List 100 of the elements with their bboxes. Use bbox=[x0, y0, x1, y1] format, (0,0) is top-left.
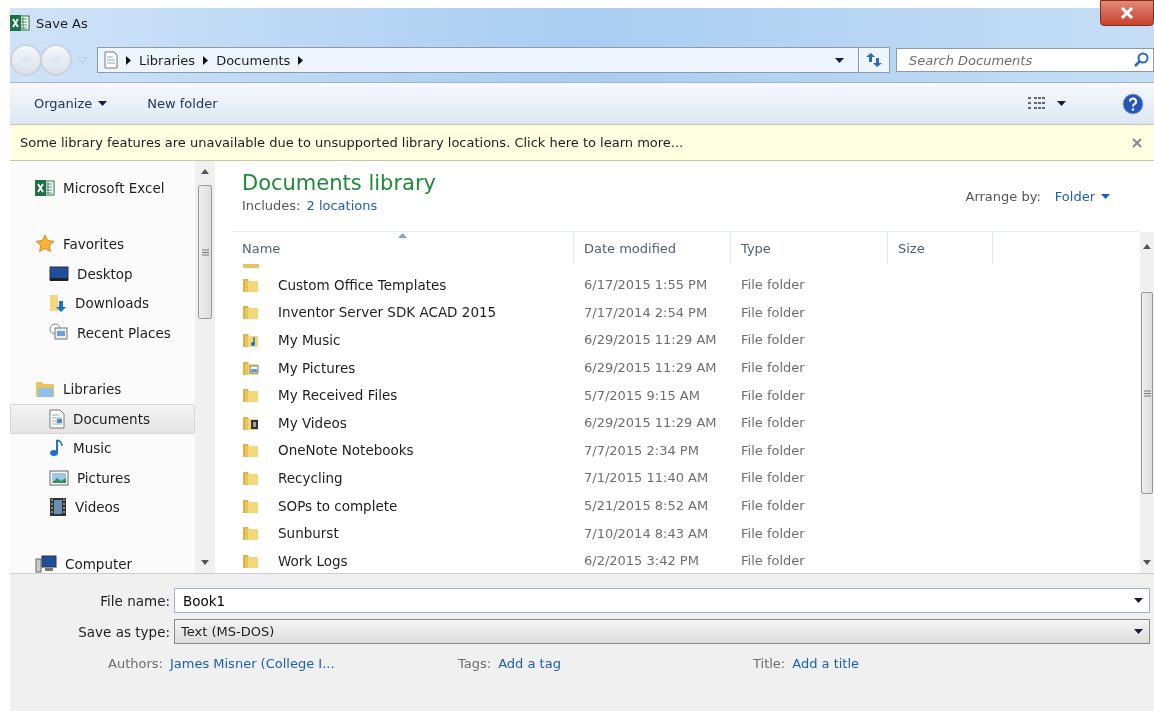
scrollbar[interactable] bbox=[1140, 232, 1154, 573]
file-row[interactable]: My Received Files 5/7/2015 9:15 AM File folder bbox=[232, 381, 1140, 409]
library-folder-icon bbox=[35, 380, 55, 399]
column-header[interactable]: Date modified bbox=[574, 232, 731, 264]
sidebar-item[interactable]: Music bbox=[10, 433, 195, 463]
metadata-label: Authors: bbox=[108, 656, 163, 671]
metadata-link[interactable]: Add a title bbox=[792, 656, 860, 671]
type-cell-text: File folder bbox=[740, 525, 806, 541]
file-name: Work Logs bbox=[277, 552, 348, 569]
sidebar-item[interactable]: Downloads bbox=[10, 288, 195, 318]
dropdown-arrow-icon bbox=[1134, 598, 1143, 603]
scroll-down-icon[interactable] bbox=[201, 560, 209, 565]
sidebar-item[interactable]: Recent Places bbox=[10, 318, 195, 348]
new-folder-button[interactable]: New folder bbox=[147, 96, 218, 111]
grip-icon bbox=[1143, 389, 1151, 397]
breadcrumb[interactable]: Documents bbox=[216, 52, 291, 68]
type-cell-text: File folder bbox=[740, 387, 806, 403]
document-icon bbox=[104, 51, 118, 69]
help-icon[interactable] bbox=[1122, 92, 1144, 115]
type-cell-text: File folder bbox=[740, 304, 806, 320]
file-name: Custom Office Templates bbox=[277, 276, 447, 293]
file-name-label: File name: bbox=[99, 592, 170, 609]
file-name: Recycling bbox=[277, 469, 343, 486]
date-cell-text: 6/17/2015 1:55 PM bbox=[583, 277, 709, 293]
close-icon[interactable] bbox=[1132, 137, 1142, 148]
scroll-up-icon[interactable] bbox=[201, 169, 209, 174]
sidebar-item[interactable]: Computer bbox=[10, 549, 195, 573]
file-row[interactable]: Custom Office Templates 6/17/2015 1:55 PM File folder bbox=[232, 271, 1140, 299]
file-row[interactable]: Recycling 7/1/2015 11:40 AM File folder bbox=[232, 464, 1140, 492]
file-name: SOPs to complete bbox=[277, 497, 398, 514]
window-title: Save As bbox=[36, 15, 88, 31]
sidebar-item[interactable]: Microsoft Excel bbox=[10, 173, 195, 203]
view-dropdown-icon bbox=[1057, 101, 1066, 106]
sidebar-item[interactable]: Libraries bbox=[10, 374, 195, 404]
date-cell-text: 7/1/2015 11:40 AM bbox=[583, 470, 710, 486]
landscape-icon bbox=[49, 469, 69, 486]
date-cell-text: 7/17/2014 2:54 PM bbox=[583, 304, 709, 320]
folder-music-icon bbox=[242, 331, 260, 349]
breadcrumb-arrow-icon bbox=[298, 55, 304, 65]
file-row[interactable]: Work Logs 6/2/2015 3:42 PM File folder bbox=[232, 546, 1140, 573]
close-button[interactable] bbox=[1100, 0, 1154, 26]
save-as-type-dropdown[interactable]: Text (MS-DOS) bbox=[174, 619, 1150, 644]
date-cell-text: 6/29/2015 11:29 AM bbox=[583, 360, 718, 376]
includes-label: Includes: bbox=[242, 198, 301, 213]
music-note-icon bbox=[49, 438, 65, 459]
breadcrumb[interactable]: Libraries bbox=[139, 52, 196, 68]
file-row[interactable]: My Pictures 6/29/2015 11:29 AM File folder bbox=[232, 353, 1140, 382]
locations-link[interactable]: 2 locations bbox=[306, 198, 378, 213]
spreadsheet-icon bbox=[35, 178, 55, 197]
metadata-label: Tags: bbox=[458, 656, 492, 671]
type-cell-text: File folder bbox=[740, 360, 806, 376]
excel-icon bbox=[10, 14, 30, 32]
dropdown-arrow-icon bbox=[98, 101, 108, 106]
organize-menu[interactable]: Organize bbox=[34, 96, 108, 111]
arrange-dropdown[interactable]: Folder bbox=[1054, 189, 1110, 204]
dropdown-arrow-icon bbox=[1134, 629, 1143, 634]
file-name: My Videos bbox=[277, 414, 347, 431]
document-icon bbox=[49, 408, 65, 429]
film-icon bbox=[49, 497, 67, 518]
sidebar-item[interactable]: Videos bbox=[10, 492, 195, 522]
file-row[interactable]: Sunburst 7/10/2014 8:43 AM File folder bbox=[232, 519, 1140, 547]
library-title: Documents library bbox=[242, 171, 437, 195]
monitor-icon bbox=[49, 265, 69, 282]
file-name: My Received Files bbox=[277, 387, 398, 404]
address-dropdown-icon bbox=[835, 57, 844, 63]
refresh-button[interactable] bbox=[858, 47, 890, 73]
close-icon bbox=[1120, 7, 1134, 19]
metadata-link[interactable]: Add a tag bbox=[498, 656, 561, 671]
file-row[interactable]: Inventor Server SDK ACAD 2015 7/17/2014 2:54 PM File folder bbox=[232, 298, 1140, 327]
column-header[interactable]: Type bbox=[731, 232, 888, 264]
view-list-icon[interactable] bbox=[1027, 95, 1047, 112]
download-folder-icon bbox=[49, 293, 67, 314]
date-cell-text: 7/10/2014 8:43 AM bbox=[583, 525, 710, 541]
type-cell-text: File folder bbox=[740, 553, 806, 569]
sidebar-item[interactable]: Desktop bbox=[10, 259, 195, 289]
file-name: Inventor Server SDK ACAD 2015 bbox=[277, 304, 497, 321]
file-row[interactable]: My Music 6/29/2015 11:29 AM File folder bbox=[232, 326, 1140, 354]
star-icon bbox=[35, 234, 55, 255]
sidebar-item[interactable]: Documents bbox=[10, 404, 195, 434]
file-row[interactable]: OneNote Notebooks 7/7/2015 2:34 PM File folder bbox=[232, 436, 1140, 465]
refresh-arrows-icon bbox=[865, 52, 883, 68]
save-as-type-label: Save as type: bbox=[77, 623, 170, 640]
breadcrumb-arrow-icon bbox=[203, 55, 209, 65]
type-cell-text: File folder bbox=[740, 277, 806, 293]
breadcrumb-arrow-icon bbox=[126, 55, 131, 65]
address-bar[interactable]: Libraries Documents bbox=[97, 47, 859, 73]
scroll-down-icon[interactable] bbox=[1143, 560, 1151, 565]
column-header[interactable]: Size bbox=[888, 232, 993, 264]
metadata-label: Title: bbox=[753, 656, 786, 671]
file-row[interactable]: SOPs to complete 5/21/2015 8:52 AM File folder bbox=[232, 491, 1140, 520]
recent-places-icon bbox=[49, 322, 69, 343]
scroll-up-icon[interactable] bbox=[1143, 244, 1151, 249]
sidebar-item[interactable]: Pictures bbox=[10, 463, 195, 493]
metadata-link[interactable]: James Misner (College I... bbox=[169, 656, 335, 671]
type-cell-text: File folder bbox=[740, 332, 806, 348]
sidebar-item[interactable]: Favorites bbox=[10, 229, 195, 259]
scrollbar[interactable] bbox=[195, 161, 215, 573]
file-row[interactable]: My Videos 6/29/2015 11:29 AM File folder bbox=[232, 408, 1140, 437]
date-cell-text: 5/7/2015 9:15 AM bbox=[583, 387, 701, 403]
sort-arrow-icon bbox=[398, 233, 407, 238]
